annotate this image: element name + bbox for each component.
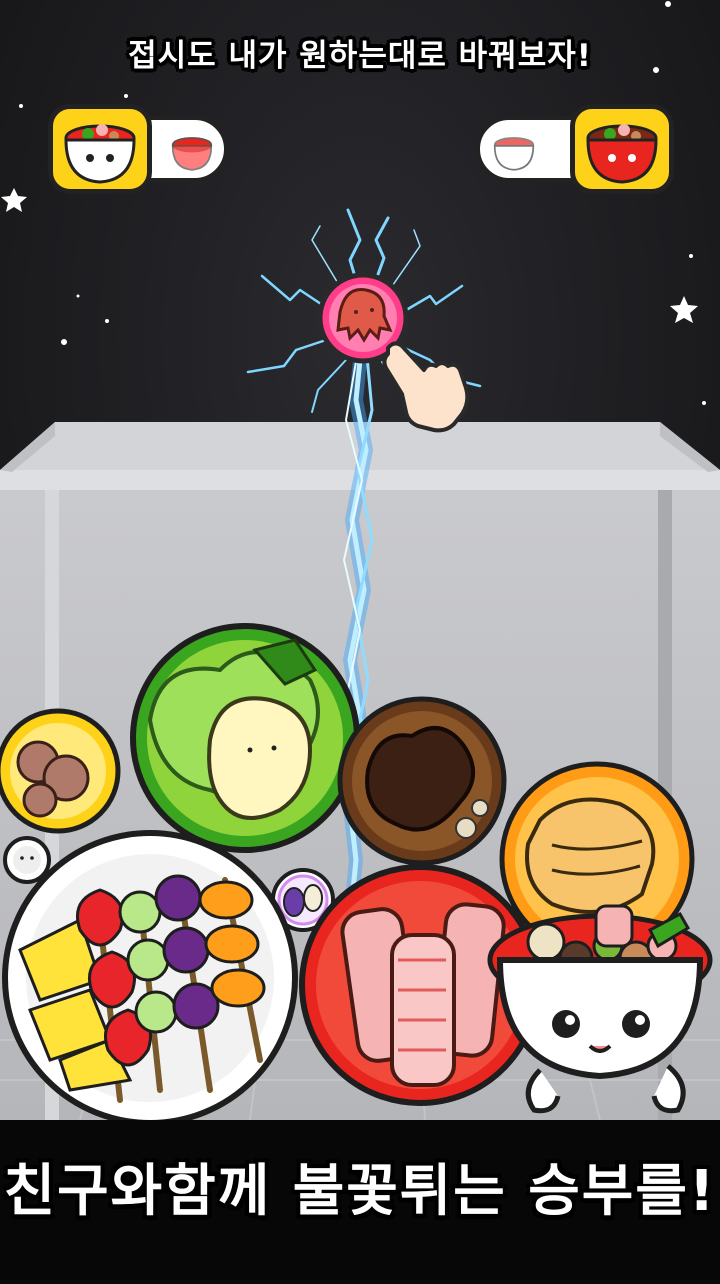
skin-toggle-right[interactable] [476, 104, 674, 194]
game-scene: 접시도 내가 원하는대로 바꿔보자! 친구와함께 불꽃튀는 승부를! [0, 0, 720, 1280]
food-meatballs [0, 708, 121, 834]
food-bulgogi [337, 696, 507, 866]
food-fruit-skewers [2, 830, 298, 1126]
bowl-skin-white-icon [493, 137, 535, 171]
skin-toggle-left[interactable] [48, 104, 238, 194]
bowl-skin-red-icon [586, 124, 658, 184]
footer-slogan: 친구와함께 불꽃튀는 승부를! [3, 1159, 717, 1224]
bowl-skin-white-icon [64, 124, 136, 184]
food-egg [3, 836, 51, 884]
promo-headline: 접시도 내가 원하는대로 바꿔보자! [128, 38, 592, 74]
bowl-skin-red-icon [171, 137, 213, 171]
food-cabbage [130, 623, 360, 853]
